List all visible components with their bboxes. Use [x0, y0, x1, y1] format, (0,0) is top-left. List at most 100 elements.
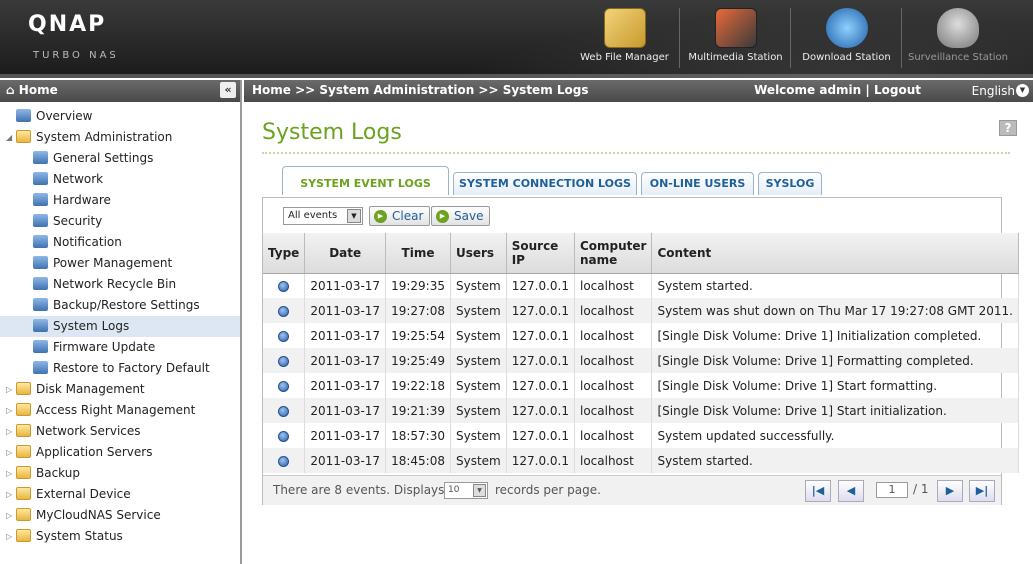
sidebar-item-system-logs[interactable]: System Logs — [0, 316, 240, 337]
sidebar-item-access-right-management[interactable]: ▷ Access Right Management — [0, 400, 240, 421]
settings-page-icon — [33, 340, 48, 353]
sidebar-item-security[interactable]: Security — [0, 211, 240, 232]
user-cell: System — [450, 373, 507, 398]
sidebar-item-restore-to-factory-default[interactable]: Restore to Factory Default — [0, 358, 240, 379]
col-source-ip[interactable]: Source IP — [506, 233, 575, 274]
nav-tree: Overview ◢ System Administration General Se… — [0, 102, 240, 547]
clear-button[interactable]: ▶ Clear — [369, 206, 431, 226]
time-cell: 19:25:54 — [385, 323, 451, 348]
computer-name-cell: localhost — [574, 373, 653, 398]
play-icon: ▶ — [436, 210, 449, 223]
sidebar-item-external-device[interactable]: ▷ External Device — [0, 484, 240, 505]
tab-system-event-logs[interactable]: SYSTEM EVENT LOGS — [282, 166, 449, 195]
logout-link[interactable]: Logout — [874, 83, 921, 97]
sidebar-item-network[interactable]: Network — [0, 169, 240, 190]
event-log-panel: All events ▼ ▶ Clear ▶ Save Type Date Ti… — [262, 197, 1019, 505]
save-button[interactable]: ▶ Save — [431, 206, 491, 226]
prev-page-button[interactable]: ◀ — [838, 480, 864, 502]
page-title: System Logs — [262, 120, 402, 145]
language-selector[interactable]: English — [972, 84, 1015, 98]
sidebar-item-notification[interactable]: Notification — [0, 232, 240, 253]
sidebar-item-overview[interactable]: Overview — [0, 106, 240, 127]
table-row[interactable]: 2011-03-17 18:45:08 System 127.0.0.1 localho… — [263, 448, 1019, 473]
tab-online-users[interactable]: ON-LINE USERS — [641, 172, 754, 195]
last-page-button[interactable]: ▶| — [969, 480, 995, 502]
col-date[interactable]: Date — [304, 233, 387, 274]
col-type[interactable]: Type — [263, 233, 306, 274]
download-station-button[interactable]: Download Station — [792, 8, 902, 68]
first-page-button[interactable]: |◀ — [805, 480, 831, 502]
folder-icon — [16, 130, 31, 143]
breadcrumb: Home >> System Administration >> System … — [252, 83, 589, 97]
table-row[interactable]: 2011-03-17 19:22:18 System 127.0.0.1 localho… — [263, 373, 1019, 398]
sidebar-item-label: Notification — [53, 235, 122, 249]
tab-syslog[interactable]: SYSLOG — [758, 172, 822, 195]
help-icon[interactable]: ? — [999, 120, 1017, 136]
col-users[interactable]: Users — [450, 233, 507, 274]
sidebar-item-power-management[interactable]: Power Management — [0, 253, 240, 274]
date-cell: 2011-03-17 — [304, 398, 387, 423]
expand-arrow-icon[interactable]: ▷ — [6, 526, 16, 547]
web-file-manager-button[interactable]: Web File Manager — [570, 8, 680, 68]
language-dropdown-icon[interactable]: ▼ — [1016, 84, 1029, 97]
table-row[interactable]: 2011-03-17 19:29:35 System 127.0.0.1 localho… — [263, 273, 1019, 298]
sidebar-item-network-services[interactable]: ▷ Network Services — [0, 421, 240, 442]
table-row[interactable]: 2011-03-17 19:25:54 System 127.0.0.1 localho… — [263, 323, 1019, 348]
source-ip-cell: 127.0.0.1 — [506, 323, 575, 348]
col-time[interactable]: Time — [385, 233, 451, 274]
collapse-pane-button[interactable]: « — [220, 82, 236, 98]
collapse-arrow-icon[interactable]: ◢ — [6, 127, 16, 148]
info-icon — [278, 330, 290, 342]
info-icon — [278, 430, 290, 442]
table-row[interactable]: 2011-03-17 19:25:49 System 127.0.0.1 localho… — [263, 348, 1019, 373]
page-number-input[interactable]: 1 — [876, 482, 908, 498]
computer-name-cell: localhost — [574, 398, 653, 423]
type-cell — [263, 398, 306, 423]
sidebar-item-system-status[interactable]: ▷ System Status — [0, 526, 240, 547]
sidebar-item-general-settings[interactable]: General Settings — [0, 148, 240, 169]
expand-arrow-icon[interactable]: ▷ — [6, 505, 16, 526]
sidebar-item-backup-restore-settings[interactable]: Backup/Restore Settings — [0, 295, 240, 316]
source-ip-cell: 127.0.0.1 — [506, 398, 575, 423]
prev-page-icon: ◀ — [846, 484, 856, 497]
col-content[interactable]: Content — [651, 233, 1019, 274]
welcome-area: Welcome admin | Logout — [754, 83, 921, 97]
event-log-table: Type Date Time Users Source IP Computer … — [263, 233, 1019, 473]
sidebar-item-application-servers[interactable]: ▷ Application Servers — [0, 442, 240, 463]
expand-arrow-icon[interactable]: ▷ — [6, 379, 16, 400]
sidebar-item-disk-management[interactable]: ▷ Disk Management — [0, 379, 240, 400]
web-file-manager-icon — [603, 8, 646, 48]
table-row[interactable]: 2011-03-17 19:27:08 System 127.0.0.1 localho… — [263, 298, 1019, 323]
surveillance-station-button[interactable]: Surveillance Station — [903, 8, 1013, 68]
col-computer-name[interactable]: Computer name — [574, 233, 653, 274]
user-cell: System — [450, 448, 507, 473]
expand-arrow-icon[interactable]: ▷ — [6, 463, 16, 484]
expand-arrow-icon[interactable]: ▷ — [6, 400, 16, 421]
table-row[interactable]: 2011-03-17 18:57:30 System 127.0.0.1 localho… — [263, 423, 1019, 448]
sidebar-item-backup[interactable]: ▷ Backup — [0, 463, 240, 484]
records-per-page-select[interactable]: 10 ▼ — [444, 482, 488, 499]
nav-home-label[interactable]: Home — [19, 83, 58, 97]
sidebar-item-mycloudnas-service[interactable]: ▷ MyCloudNAS Service — [0, 505, 240, 526]
settings-page-icon — [33, 214, 48, 227]
source-ip-cell: 127.0.0.1 — [506, 273, 575, 298]
sidebar-item-hardware[interactable]: Hardware — [0, 190, 240, 211]
settings-page-icon — [33, 235, 48, 248]
content-cell: System started. — [651, 273, 1019, 298]
info-icon — [278, 405, 290, 417]
computer-name-cell: localhost — [574, 348, 653, 373]
expand-arrow-icon[interactable]: ▷ — [6, 442, 16, 463]
expand-arrow-icon[interactable]: ▷ — [6, 484, 16, 505]
sidebar-item-firmware-update[interactable]: Firmware Update — [0, 337, 240, 358]
event-filter-select[interactable]: All events ▼ — [283, 207, 363, 225]
multimedia-station-button[interactable]: Multimedia Station — [681, 8, 791, 68]
table-row[interactable]: 2011-03-17 19:21:39 System 127.0.0.1 localho… — [263, 398, 1019, 423]
next-page-button[interactable]: ▶ — [937, 480, 963, 502]
sidebar-item-system-administration[interactable]: ◢ System Administration — [0, 127, 240, 148]
content-cell: [Single Disk Volume: Drive 1] Start init… — [651, 398, 1019, 423]
sidebar-item-network-recycle-bin[interactable]: Network Recycle Bin — [0, 274, 240, 295]
tab-system-connection-logs[interactable]: SYSTEM CONNECTION LOGS — [453, 172, 637, 195]
expand-arrow-icon[interactable]: ▷ — [6, 421, 16, 442]
time-cell: 18:45:08 — [385, 448, 451, 473]
settings-page-icon — [33, 319, 48, 332]
